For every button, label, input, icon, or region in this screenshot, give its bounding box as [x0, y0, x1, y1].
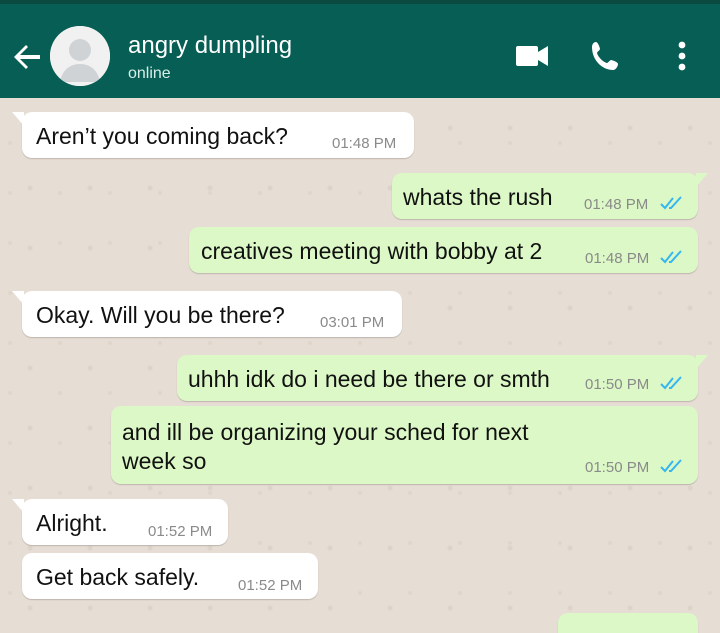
- message-text: whats the rush: [403, 184, 553, 210]
- message-bubble-incoming[interactable]: Aren’t you coming back? 01:48 PM: [12, 112, 414, 158]
- message-time: 01:50 PM: [585, 459, 650, 476]
- read-receipt-icon: [660, 376, 682, 390]
- message-bubble-incoming[interactable]: Get back safely. 01:52 PM: [22, 553, 318, 599]
- message-time: 01:52 PM: [238, 577, 303, 594]
- contact-name[interactable]: angry dumpling: [128, 32, 292, 60]
- chat-header: angry dumpling online: [0, 0, 720, 98]
- message-bubble-outgoing[interactable]: and ill be organizing your sched for nex…: [111, 406, 698, 484]
- message-text-line-2: week so: [122, 448, 207, 474]
- message-text: Aren’t you coming back?: [36, 123, 288, 149]
- message-bubble-outgoing[interactable]: whats the rush 01:48 PM: [392, 173, 708, 219]
- message-time: 01:50 PM: [585, 376, 650, 393]
- message-bubble-outgoing-partial[interactable]: [558, 613, 698, 633]
- avatar[interactable]: [50, 26, 110, 86]
- message-bubble-outgoing[interactable]: uhhh idk do i need be there or smth 01:5…: [177, 355, 708, 401]
- more-vert-icon[interactable]: [662, 36, 702, 76]
- message-time: 01:48 PM: [585, 250, 650, 267]
- message-bubble-incoming[interactable]: Okay. Will you be there? 03:01 PM: [12, 291, 402, 337]
- message-text: Get back safely.: [36, 564, 200, 590]
- contact-status: online: [128, 65, 171, 82]
- message-text: creatives meeting with bobby at 2: [201, 238, 543, 264]
- message-time: 01:52 PM: [148, 523, 213, 540]
- message-bubble-incoming[interactable]: Alright. 01:52 PM: [12, 499, 228, 545]
- phone-icon[interactable]: [586, 36, 626, 76]
- avatar-placeholder-icon: [50, 26, 110, 86]
- message-text-line-1: and ill be organizing your sched for nex…: [122, 419, 529, 445]
- message-text: Alright.: [36, 510, 108, 536]
- back-arrow-icon[interactable]: [10, 38, 46, 74]
- message-text: Okay. Will you be there?: [36, 302, 285, 328]
- message-time: 01:48 PM: [584, 196, 649, 213]
- message-bubble-outgoing[interactable]: creatives meeting with bobby at 2 01:48 …: [189, 227, 698, 273]
- message-text: uhhh idk do i need be there or smth: [188, 366, 550, 392]
- read-receipt-icon: [660, 250, 682, 264]
- read-receipt-icon: [660, 459, 682, 473]
- read-receipt-icon: [660, 196, 682, 210]
- message-time: 01:48 PM: [332, 135, 397, 152]
- video-call-icon[interactable]: [512, 36, 552, 76]
- message-time: 03:01 PM: [320, 314, 385, 331]
